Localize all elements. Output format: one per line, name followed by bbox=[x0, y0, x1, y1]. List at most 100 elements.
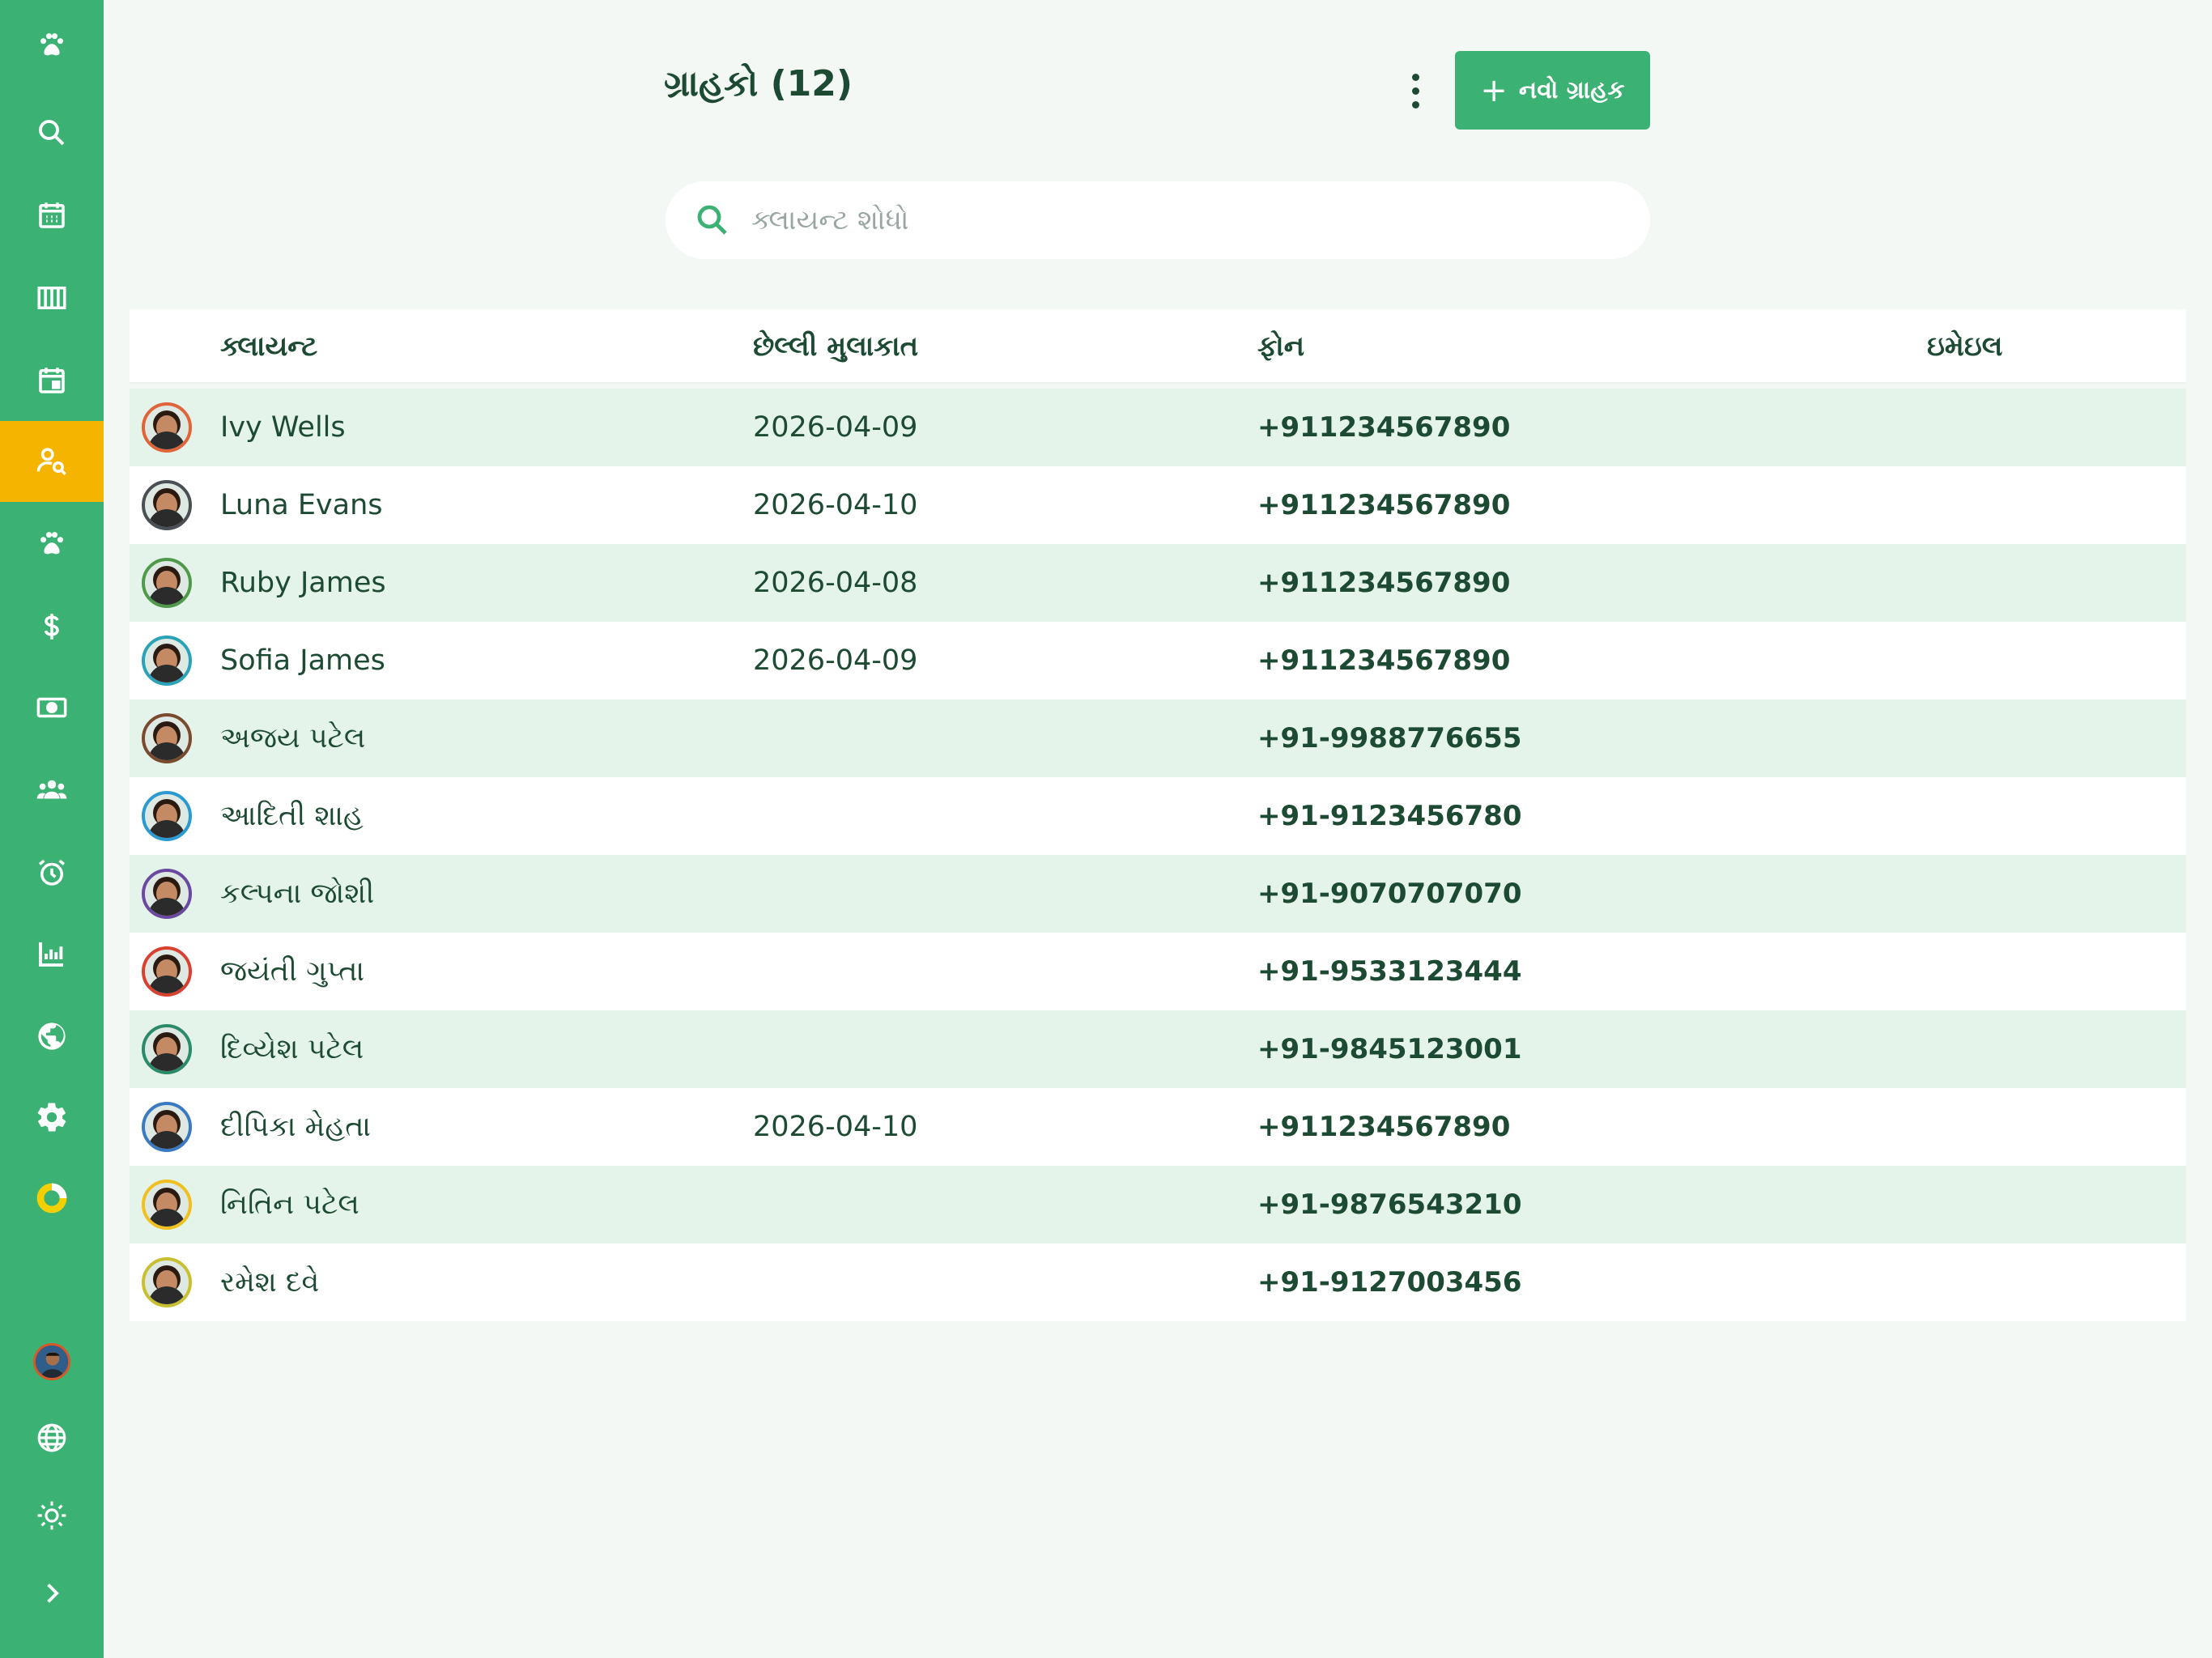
calendar-icon bbox=[39, 202, 65, 228]
search-bar[interactable] bbox=[666, 181, 1650, 259]
sidebar-item-language[interactable] bbox=[0, 1397, 104, 1478]
phone-number: +91-9127003456 bbox=[1257, 1266, 1522, 1299]
sidebar-item-reminders[interactable] bbox=[0, 832, 104, 913]
phone-number: +91-9070707070 bbox=[1257, 878, 1522, 910]
sidebar-item-clients[interactable] bbox=[0, 421, 104, 502]
phone-number: +911234567890 bbox=[1257, 644, 1511, 677]
new-client-button[interactable]: + નવો ગ્રાહક bbox=[1455, 51, 1650, 130]
table-row[interactable]: આદિતી શાહ +91-9123456780 bbox=[130, 777, 2186, 855]
sidebar-item-profile[interactable] bbox=[0, 1321, 104, 1402]
search-input[interactable] bbox=[751, 204, 1602, 236]
column-header-client[interactable]: ક્લાયન્ટ bbox=[220, 309, 317, 384]
page-title: ગ્રાહકો (12) bbox=[664, 63, 853, 104]
sidebar-item-billing[interactable] bbox=[0, 586, 104, 667]
avatar bbox=[142, 480, 192, 530]
table-row[interactable]: જયંતી ગુપ્તા +91-9533123444 bbox=[130, 933, 2186, 1010]
column-header-email[interactable]: ઇમેઇલ bbox=[1927, 309, 2002, 384]
sidebar-item-status[interactable] bbox=[0, 1158, 104, 1239]
dot-icon bbox=[1411, 87, 1419, 95]
sidebar-item-calendar[interactable] bbox=[0, 175, 104, 256]
last-visit: 2026-04-08 bbox=[753, 567, 918, 599]
sidebar-item-pets[interactable] bbox=[0, 504, 104, 585]
sidebar-item-settings[interactable] bbox=[0, 1077, 104, 1158]
columns-icon bbox=[37, 287, 66, 309]
donut-icon bbox=[36, 1183, 67, 1214]
table-row[interactable]: દિવ્યેશ પટેલ +91-9845123001 bbox=[130, 1010, 2186, 1088]
avatar bbox=[142, 713, 192, 763]
dollar-icon bbox=[44, 614, 59, 640]
avatar bbox=[142, 791, 192, 841]
phone-number: +911234567890 bbox=[1257, 567, 1511, 599]
avatar bbox=[33, 1343, 70, 1380]
paw-icon bbox=[40, 532, 63, 555]
phone-number: +91-9123456780 bbox=[1257, 800, 1522, 832]
phone-number: +911234567890 bbox=[1257, 411, 1511, 444]
avatar bbox=[142, 1180, 192, 1230]
phone-number: +91-9845123001 bbox=[1257, 1033, 1522, 1065]
sidebar-item-web[interactable] bbox=[0, 996, 104, 1077]
table-row[interactable]: રમેશ દવે +91-9127003456 bbox=[130, 1244, 2186, 1321]
table-row[interactable]: કલ્પના જોશી +91-9070707070 bbox=[130, 855, 2186, 933]
sidebar-item-search[interactable] bbox=[0, 92, 104, 173]
sidebar-item-appointments[interactable] bbox=[0, 340, 104, 421]
avatar bbox=[142, 946, 192, 997]
client-name: Sofia James bbox=[220, 644, 385, 677]
client-name: દિવ્યેશ પટેલ bbox=[220, 1033, 364, 1065]
dot-icon bbox=[1411, 100, 1419, 108]
sidebar-item-expand[interactable] bbox=[0, 1553, 104, 1634]
last-visit: 2026-04-09 bbox=[753, 644, 918, 677]
language-icon bbox=[37, 1423, 66, 1452]
client-name: કલ્પના જોશી bbox=[220, 878, 375, 910]
dot-icon bbox=[1411, 73, 1419, 81]
table-row[interactable]: Luna Evans 2026-04-10 +911234567890 bbox=[130, 466, 2186, 544]
table-row[interactable]: Ruby James 2026-04-08 +911234567890 bbox=[130, 544, 2186, 622]
table-row[interactable]: Ivy Wells 2026-04-09 +911234567890 bbox=[130, 389, 2186, 466]
sun-icon bbox=[37, 1501, 66, 1530]
sidebar-item-logo[interactable] bbox=[0, 5, 104, 86]
cash-icon bbox=[36, 697, 67, 718]
table-row[interactable]: અજય પટેલ +91-9988776655 bbox=[130, 699, 2186, 777]
sidebar-item-board[interactable] bbox=[0, 257, 104, 338]
sidebar-item-payments[interactable] bbox=[0, 667, 104, 748]
last-visit: 2026-04-10 bbox=[753, 489, 918, 521]
group-icon bbox=[36, 780, 67, 799]
alarm-icon bbox=[39, 859, 65, 886]
bar-chart-icon bbox=[39, 942, 63, 967]
sidebar-item-theme[interactable] bbox=[0, 1475, 104, 1556]
client-name: Ivy Wells bbox=[220, 411, 346, 444]
table-header: ક્લાયન્ટ છેલ્લી મુલાકાત ફોન ઇમેઇલ bbox=[130, 309, 2186, 384]
client-name: રમેશ દવે bbox=[220, 1266, 320, 1299]
avatar bbox=[142, 636, 192, 686]
more-options-button[interactable] bbox=[1399, 66, 1431, 115]
table-body: Ivy Wells 2026-04-09 +911234567890 Luna Eva… bbox=[130, 389, 2186, 1321]
table-row[interactable]: Sofia James 2026-04-09 +911234567890 bbox=[130, 622, 2186, 699]
phone-number: +91-9876543210 bbox=[1257, 1188, 1522, 1221]
avatar bbox=[142, 402, 192, 453]
chevron-right-icon bbox=[47, 1584, 59, 1603]
phone-number: +91-9533123444 bbox=[1257, 955, 1522, 988]
event-icon bbox=[39, 368, 65, 393]
column-header-last-visit[interactable]: છેલ્લી મુલાકાત bbox=[753, 309, 918, 384]
sidebar-item-reports[interactable] bbox=[0, 913, 104, 994]
avatar bbox=[142, 1024, 192, 1074]
column-header-phone[interactable]: ફોન bbox=[1257, 309, 1304, 384]
sidebar bbox=[0, 0, 104, 1658]
search-icon bbox=[39, 120, 65, 146]
phone-number: +91-9988776655 bbox=[1257, 722, 1522, 755]
new-client-label: નવો ગ્રાહક bbox=[1518, 76, 1625, 104]
sidebar-item-staff[interactable] bbox=[0, 750, 104, 831]
client-name: આદિતી શાહ bbox=[220, 800, 364, 832]
client-name: અજય પટેલ bbox=[220, 722, 366, 755]
last-visit: 2026-04-10 bbox=[753, 1111, 918, 1143]
last-visit: 2026-04-09 bbox=[753, 411, 918, 444]
client-name: નિતિન પટેલ bbox=[220, 1188, 359, 1221]
search-icon bbox=[697, 205, 727, 235]
client-name: Luna Evans bbox=[220, 489, 383, 521]
avatar bbox=[142, 869, 192, 919]
table-row[interactable]: નિતિન પટેલ +91-9876543210 bbox=[130, 1166, 2186, 1244]
paw-icon bbox=[40, 33, 63, 56]
avatar bbox=[142, 1257, 192, 1307]
person-search-icon bbox=[36, 448, 66, 475]
table-row[interactable]: દીપિકા મેહતા 2026-04-10 +911234567890 bbox=[130, 1088, 2186, 1166]
plus-icon: + bbox=[1480, 71, 1508, 109]
